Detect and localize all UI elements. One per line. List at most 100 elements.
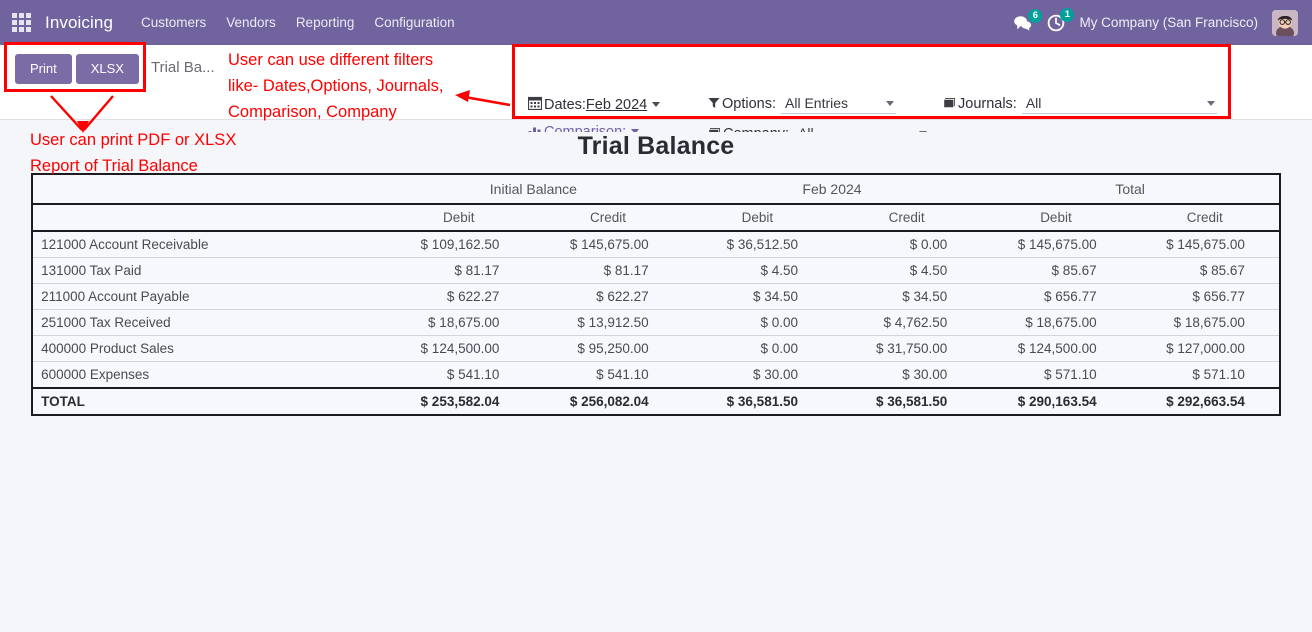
account-name[interactable]: 400000 Product Sales xyxy=(32,335,385,362)
cell-total-credit: $ 18,675.00 xyxy=(1130,309,1280,336)
breadcrumb[interactable]: Trial Ba... xyxy=(151,59,215,76)
total-period-debit: $ 36,581.50 xyxy=(682,387,832,415)
chevron-down-icon xyxy=(886,100,894,106)
table-group-header-row: Initial Balance Feb 2024 Total xyxy=(32,174,1280,205)
menu-item-vendors[interactable]: Vendors xyxy=(216,9,286,36)
print-button[interactable]: Print xyxy=(15,54,72,84)
group-header-blank xyxy=(32,174,385,205)
table-row[interactable]: 211000 Account Payable $ 622.27 $ 622.27… xyxy=(32,283,1280,310)
xlsx-button[interactable]: XLSX xyxy=(75,54,139,84)
activities-count-badge: 1 xyxy=(1060,7,1075,22)
cell-total-debit: $ 85.67 xyxy=(981,257,1131,284)
company-switcher[interactable]: My Company (San Francisco) xyxy=(1079,15,1258,30)
app-name[interactable]: Invoicing xyxy=(45,13,113,33)
cell-period-credit: $ 0.00 xyxy=(831,231,982,258)
cell-period-debit: $ 4.50 xyxy=(682,257,832,284)
cell-initial-credit: $ 541.10 xyxy=(533,361,683,389)
calendar-icon xyxy=(527,96,543,113)
user-avatar[interactable] xyxy=(1272,9,1298,36)
cell-initial-debit: $ 541.10 xyxy=(384,361,534,389)
chevron-down-icon xyxy=(1206,100,1215,106)
cell-total-credit: $ 571.10 xyxy=(1130,361,1280,389)
account-name[interactable]: 121000 Account Receivable xyxy=(32,231,385,258)
total-initial-debit: $ 253,582.04 xyxy=(384,387,534,415)
sub-header-blank xyxy=(32,204,385,232)
messages-count-badge: 6 xyxy=(1028,8,1043,23)
cell-period-debit: $ 36,512.50 xyxy=(682,231,832,258)
account-name[interactable]: 600000 Expenses xyxy=(32,361,385,389)
funnel-icon xyxy=(708,97,720,112)
book-icon xyxy=(943,97,956,112)
table-row[interactable]: 131000 Tax Paid $ 81.17 $ 81.17 $ 4.50 $… xyxy=(32,257,1280,284)
cell-total-credit: $ 656.77 xyxy=(1130,283,1280,310)
cell-initial-credit: $ 145,675.00 xyxy=(533,231,683,258)
menu-item-configuration[interactable]: Configuration xyxy=(364,9,464,36)
cell-total-credit: $ 145,675.00 xyxy=(1130,231,1280,258)
page-title: Trial Balance xyxy=(577,132,735,160)
cell-initial-debit: $ 81.17 xyxy=(384,257,534,284)
table-body: 121000 Account Receivable $ 109,162.50 $… xyxy=(32,231,1280,415)
table-header: Initial Balance Feb 2024 Total Debit Cre… xyxy=(32,174,1280,232)
total-total-credit: $ 292,663.54 xyxy=(1130,387,1280,415)
cell-period-credit: $ 30.00 xyxy=(831,361,982,389)
sub-header-period-credit: Credit xyxy=(831,204,982,232)
options-filter-label: Options: xyxy=(722,96,776,112)
cell-period-credit: $ 34.50 xyxy=(831,283,982,310)
cell-total-debit: $ 145,675.00 xyxy=(981,231,1131,258)
menu-item-customers[interactable]: Customers xyxy=(131,9,216,36)
dates-filter-value: Feb 2024 xyxy=(585,97,648,113)
journals-select-value: All xyxy=(1025,95,1042,111)
messages-menu[interactable]: 6 xyxy=(1013,8,1043,31)
sub-header-total-debit: Debit xyxy=(981,204,1131,232)
cell-period-credit: $ 4.50 xyxy=(831,257,982,284)
cell-initial-credit: $ 13,912.50 xyxy=(533,309,683,336)
options-filter[interactable]: Options: All Entries xyxy=(708,93,943,116)
sub-header-initial-debit: Debit xyxy=(384,204,534,232)
cell-total-credit: $ 85.67 xyxy=(1130,257,1280,284)
report-area: Trial Balance Initial Balance Feb 2024 T… xyxy=(0,132,1312,632)
group-header-total: Total xyxy=(981,174,1280,205)
cell-initial-credit: $ 81.17 xyxy=(533,257,683,284)
cell-period-debit: $ 0.00 xyxy=(682,309,832,336)
account-name[interactable]: 251000 Tax Received xyxy=(32,309,385,336)
top-navbar: Invoicing Customers Vendors Reporting Co… xyxy=(0,0,1312,45)
cell-initial-debit: $ 124,500.00 xyxy=(384,335,534,362)
cell-period-debit: $ 34.50 xyxy=(682,283,832,310)
journals-select[interactable]: All xyxy=(1021,95,1217,114)
table-row[interactable]: 400000 Product Sales $ 124,500.00 $ 95,2… xyxy=(32,335,1280,362)
table-row[interactable]: 251000 Tax Received $ 18,675.00 $ 13,912… xyxy=(32,309,1280,336)
cell-total-debit: $ 124,500.00 xyxy=(981,335,1131,362)
activities-menu[interactable]: 1 xyxy=(1047,7,1075,32)
cell-initial-credit: $ 95,250.00 xyxy=(533,335,683,362)
cell-period-credit: $ 31,750.00 xyxy=(831,335,982,362)
dates-filter-label: Dates: xyxy=(544,97,586,113)
sub-header-total-credit: Credit xyxy=(1130,204,1280,232)
cell-initial-debit: $ 109,162.50 xyxy=(384,231,534,258)
apps-grid-icon[interactable] xyxy=(12,13,31,32)
cell-total-debit: $ 18,675.00 xyxy=(981,309,1131,336)
cell-initial-debit: $ 18,675.00 xyxy=(384,309,534,336)
trial-balance-table: Initial Balance Feb 2024 Total Debit Cre… xyxy=(31,173,1281,416)
total-label: TOTAL xyxy=(32,387,385,415)
cell-total-credit: $ 127,000.00 xyxy=(1130,335,1280,362)
options-select[interactable]: All Entries xyxy=(781,95,896,114)
dates-filter[interactable]: Dates: Feb 2024 xyxy=(527,93,708,115)
table-row[interactable]: 600000 Expenses $ 541.10 $ 541.10 $ 30.0… xyxy=(32,361,1280,389)
group-header-period: Feb 2024 xyxy=(682,174,982,205)
report-action-buttons: Print XLSX xyxy=(15,54,139,84)
options-select-value: All Entries xyxy=(785,95,849,111)
cell-initial-credit: $ 622.27 xyxy=(533,283,683,310)
sub-header-period-debit: Debit xyxy=(682,204,832,232)
cell-period-debit: $ 30.00 xyxy=(682,361,832,389)
account-name[interactable]: 211000 Account Payable xyxy=(32,283,385,310)
menu-item-reporting[interactable]: Reporting xyxy=(286,9,365,36)
journals-filter[interactable]: Journals: All xyxy=(943,93,1218,116)
total-period-credit: $ 36,581.50 xyxy=(831,387,982,415)
total-total-debit: $ 290,163.54 xyxy=(981,387,1131,415)
control-panel: Print XLSX Trial Ba... Dates: Feb 2024 O… xyxy=(0,45,1312,144)
cell-total-debit: $ 571.10 xyxy=(981,361,1131,389)
avatar-image xyxy=(1272,9,1298,36)
chevron-down-icon xyxy=(652,102,661,107)
table-row[interactable]: 121000 Account Receivable $ 109,162.50 $… xyxy=(32,231,1280,258)
account-name[interactable]: 131000 Tax Paid xyxy=(32,257,385,284)
